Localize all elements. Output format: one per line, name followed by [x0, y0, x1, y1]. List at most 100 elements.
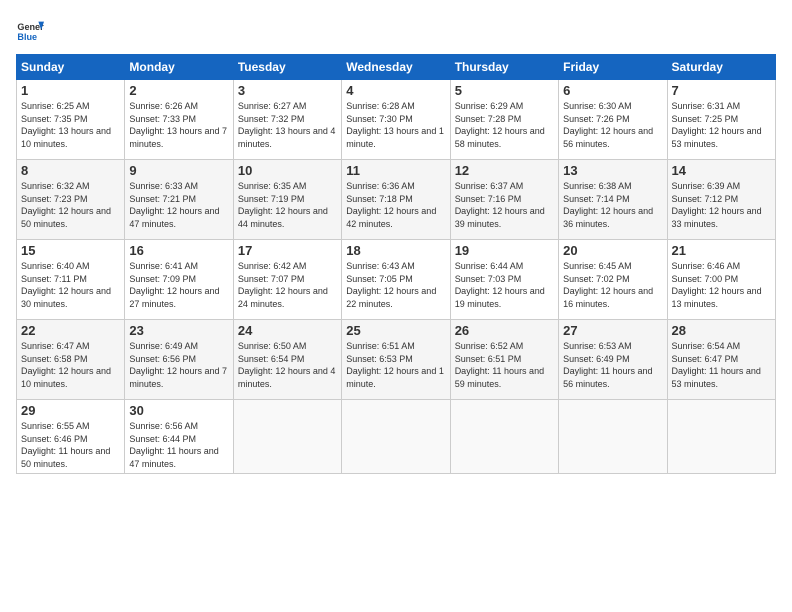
calendar-cell: 12 Sunrise: 6:37 AMSunset: 7:16 PMDayligh… — [450, 160, 558, 240]
day-number: 16 — [129, 243, 228, 258]
day-number: 21 — [672, 243, 771, 258]
cell-info: Sunrise: 6:55 AMSunset: 6:46 PMDaylight:… — [21, 420, 120, 470]
day-number: 13 — [563, 163, 662, 178]
calendar-cell: 23 Sunrise: 6:49 AMSunset: 6:56 PMDayligh… — [125, 320, 233, 400]
cell-info: Sunrise: 6:32 AMSunset: 7:23 PMDaylight:… — [21, 180, 120, 230]
cell-info: Sunrise: 6:40 AMSunset: 7:11 PMDaylight:… — [21, 260, 120, 310]
calendar-cell: 10Sunrise: 6:35 AMSunset: 7:19 PMDayligh… — [233, 160, 341, 240]
logo: General Blue — [16, 16, 44, 44]
cell-info: Sunrise: 6:44 AMSunset: 7:03 PMDaylight:… — [455, 260, 554, 310]
cell-info: Sunrise: 6:30 AMSunset: 7:26 PMDaylight:… — [563, 100, 662, 150]
day-number: 9 — [129, 163, 228, 178]
cell-info: Sunrise: 6:47 AMSunset: 6:58 PMDaylight:… — [21, 340, 120, 390]
day-number: 19 — [455, 243, 554, 258]
col-header-saturday: Saturday — [667, 55, 775, 80]
calendar-cell — [667, 400, 775, 474]
calendar-cell: 28Sunrise: 6:54 AMSunset: 6:47 PMDayligh… — [667, 320, 775, 400]
calendar-cell: 1 Sunrise: 6:25 AMSunset: 7:35 PMDaylight… — [17, 80, 125, 160]
cell-info: Sunrise: 6:26 AMSunset: 7:33 PMDaylight:… — [129, 100, 228, 150]
day-number: 6 — [563, 83, 662, 98]
day-number: 11 — [346, 163, 445, 178]
col-header-wednesday: Wednesday — [342, 55, 450, 80]
cell-info: Sunrise: 6:41 AMSunset: 7:09 PMDaylight:… — [129, 260, 228, 310]
cell-info: Sunrise: 6:42 AMSunset: 7:07 PMDaylight:… — [238, 260, 337, 310]
cell-info: Sunrise: 6:38 AMSunset: 7:14 PMDaylight:… — [563, 180, 662, 230]
cell-info: Sunrise: 6:49 AMSunset: 6:56 PMDaylight:… — [129, 340, 228, 390]
cell-info: Sunrise: 6:29 AMSunset: 7:28 PMDaylight:… — [455, 100, 554, 150]
calendar-cell: 3 Sunrise: 6:27 AMSunset: 7:32 PMDaylight… — [233, 80, 341, 160]
calendar-cell: 9Sunrise: 6:33 AMSunset: 7:21 PMDaylight… — [125, 160, 233, 240]
calendar-cell: 21 Sunrise: 6:46 AMSunset: 7:00 PMDayligh… — [667, 240, 775, 320]
calendar-cell: 13 Sunrise: 6:38 AMSunset: 7:14 PMDayligh… — [559, 160, 667, 240]
cell-info: Sunrise: 6:39 AMSunset: 7:12 PMDaylight:… — [672, 180, 771, 230]
cell-info: Sunrise: 6:36 AMSunset: 7:18 PMDaylight:… — [346, 180, 445, 230]
cell-info: Sunrise: 6:53 AMSunset: 6:49 PMDaylight:… — [563, 340, 662, 390]
day-number: 28 — [672, 323, 771, 338]
calendar-cell: 16 Sunrise: 6:41 AMSunset: 7:09 PMDayligh… — [125, 240, 233, 320]
cell-info: Sunrise: 6:28 AMSunset: 7:30 PMDaylight:… — [346, 100, 445, 150]
calendar-cell: 25 Sunrise: 6:51 AMSunset: 6:53 PMDayligh… — [342, 320, 450, 400]
cell-info: Sunrise: 6:52 AMSunset: 6:51 PMDaylight:… — [455, 340, 554, 390]
day-number: 25 — [346, 323, 445, 338]
col-header-tuesday: Tuesday — [233, 55, 341, 80]
day-number: 3 — [238, 83, 337, 98]
cell-info: Sunrise: 6:46 AMSunset: 7:00 PMDaylight:… — [672, 260, 771, 310]
day-number: 29 — [21, 403, 120, 418]
calendar-cell: 24 Sunrise: 6:50 AMSunset: 6:54 PMDayligh… — [233, 320, 341, 400]
calendar-cell: 27 Sunrise: 6:53 AMSunset: 6:49 PMDayligh… — [559, 320, 667, 400]
day-number: 10 — [238, 163, 337, 178]
calendar-cell: 20 Sunrise: 6:45 AMSunset: 7:02 PMDayligh… — [559, 240, 667, 320]
day-number: 18 — [346, 243, 445, 258]
day-number: 1 — [21, 83, 120, 98]
day-number: 8 — [21, 163, 120, 178]
cell-info: Sunrise: 6:51 AMSunset: 6:53 PMDaylight:… — [346, 340, 445, 390]
calendar-cell: 22 Sunrise: 6:47 AMSunset: 6:58 PMDayligh… — [17, 320, 125, 400]
col-header-thursday: Thursday — [450, 55, 558, 80]
col-header-sunday: Sunday — [17, 55, 125, 80]
day-number: 4 — [346, 83, 445, 98]
cell-info: Sunrise: 6:31 AMSunset: 7:25 PMDaylight:… — [672, 100, 771, 150]
svg-text:Blue: Blue — [17, 32, 37, 42]
day-number: 5 — [455, 83, 554, 98]
cell-info: Sunrise: 6:56 AMSunset: 6:44 PMDaylight:… — [129, 420, 228, 470]
day-number: 14 — [672, 163, 771, 178]
calendar-cell: 18Sunrise: 6:43 AMSunset: 7:05 PMDayligh… — [342, 240, 450, 320]
calendar-cell: 30 Sunrise: 6:56 AMSunset: 6:44 PMDayligh… — [125, 400, 233, 474]
calendar-cell: 15 Sunrise: 6:40 AMSunset: 7:11 PMDayligh… — [17, 240, 125, 320]
calendar-cell: 4 Sunrise: 6:28 AMSunset: 7:30 PMDaylight… — [342, 80, 450, 160]
calendar-cell: 19 Sunrise: 6:44 AMSunset: 7:03 PMDayligh… — [450, 240, 558, 320]
calendar-cell: 29 Sunrise: 6:55 AMSunset: 6:46 PMDayligh… — [17, 400, 125, 474]
page-header: General Blue — [16, 16, 776, 44]
calendar-cell: 6 Sunrise: 6:30 AMSunset: 7:26 PMDaylight… — [559, 80, 667, 160]
day-number: 15 — [21, 243, 120, 258]
cell-info: Sunrise: 6:45 AMSunset: 7:02 PMDaylight:… — [563, 260, 662, 310]
day-number: 2 — [129, 83, 228, 98]
calendar-cell — [233, 400, 341, 474]
calendar-cell: 11 Sunrise: 6:36 AMSunset: 7:18 PMDayligh… — [342, 160, 450, 240]
cell-info: Sunrise: 6:25 AMSunset: 7:35 PMDaylight:… — [21, 100, 120, 150]
cell-info: Sunrise: 6:50 AMSunset: 6:54 PMDaylight:… — [238, 340, 337, 390]
col-header-friday: Friday — [559, 55, 667, 80]
day-number: 27 — [563, 323, 662, 338]
calendar-cell: 8 Sunrise: 6:32 AMSunset: 7:23 PMDaylight… — [17, 160, 125, 240]
calendar-cell: 26 Sunrise: 6:52 AMSunset: 6:51 PMDayligh… — [450, 320, 558, 400]
day-number: 26 — [455, 323, 554, 338]
day-number: 22 — [21, 323, 120, 338]
day-number: 7 — [672, 83, 771, 98]
day-number: 23 — [129, 323, 228, 338]
logo-icon: General Blue — [16, 16, 44, 44]
calendar-cell — [450, 400, 558, 474]
day-number: 17 — [238, 243, 337, 258]
day-number: 30 — [129, 403, 228, 418]
col-header-monday: Monday — [125, 55, 233, 80]
cell-info: Sunrise: 6:27 AMSunset: 7:32 PMDaylight:… — [238, 100, 337, 150]
day-number: 20 — [563, 243, 662, 258]
calendar-cell: 14 Sunrise: 6:39 AMSunset: 7:12 PMDayligh… — [667, 160, 775, 240]
calendar-cell — [342, 400, 450, 474]
calendar-cell: 2 Sunrise: 6:26 AMSunset: 7:33 PMDaylight… — [125, 80, 233, 160]
cell-info: Sunrise: 6:37 AMSunset: 7:16 PMDaylight:… — [455, 180, 554, 230]
day-number: 12 — [455, 163, 554, 178]
day-number: 24 — [238, 323, 337, 338]
calendar-cell: 7 Sunrise: 6:31 AMSunset: 7:25 PMDaylight… — [667, 80, 775, 160]
calendar-cell: 17 Sunrise: 6:42 AMSunset: 7:07 PMDayligh… — [233, 240, 341, 320]
